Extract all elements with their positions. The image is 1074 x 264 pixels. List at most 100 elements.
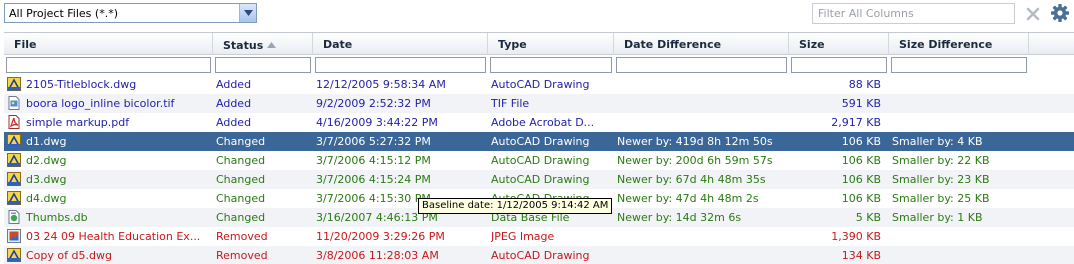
type-column-filter[interactable] xyxy=(490,57,612,73)
type-cell: TIF File xyxy=(491,97,530,110)
table-row[interactable]: 2105-Titleblock.dwg Added 12/12/2005 9:58:… xyxy=(4,75,1074,94)
file-name-cell: d1.dwg xyxy=(26,135,67,148)
column-header-size[interactable]: Size xyxy=(789,33,889,55)
status-cell: Changed xyxy=(216,192,266,205)
baseline-date-tooltip: Baseline date: 1/12/2005 9:14:42 AM xyxy=(418,198,613,214)
table-row[interactable]: 03 24 09 Health Education Ex... Removed 11… xyxy=(4,227,1074,246)
table-row[interactable]: d1.dwg Changed 3/7/2006 5:27:32 PM AutoCAD … xyxy=(4,132,1074,151)
file-name-cell: Copy of d5.dwg xyxy=(26,249,112,262)
date-difference-cell xyxy=(617,113,789,132)
file-filter-value: All Project Files (*.*) xyxy=(9,7,118,20)
column-header-type[interactable]: Type xyxy=(488,33,614,55)
column-label: Date Difference xyxy=(624,38,722,51)
date-cell: 3/7/2006 5:27:32 PM xyxy=(316,135,431,148)
status-cell: Added xyxy=(216,116,252,129)
chevron-down-icon[interactable] xyxy=(239,4,256,22)
table-row[interactable]: d3.dwg Changed 3/7/2006 4:15:24 PM AutoCAD … xyxy=(4,170,1074,189)
column-header-date-difference[interactable]: Date Difference xyxy=(614,33,789,55)
table-row[interactable]: Copy of d5.dwg Removed 3/8/2006 11:28:03 A… xyxy=(4,246,1074,264)
file-name-cell: Thumbs.db xyxy=(26,211,88,224)
size-cell: 2,917 KB xyxy=(831,116,881,129)
column-label: Size xyxy=(799,38,825,51)
file-name-cell: simple markup.pdf xyxy=(26,116,130,129)
gear-icon[interactable] xyxy=(1050,3,1070,23)
size-cell: 1,390 KB xyxy=(831,230,881,243)
column-filter-row xyxy=(4,56,1074,75)
clear-filter-icon[interactable] xyxy=(1024,5,1042,23)
dwg-file-icon xyxy=(6,76,22,92)
date-difference-cell: Newer by: 419d 8h 12m 50s xyxy=(617,135,773,148)
date-difference-cell xyxy=(617,75,789,94)
dwg-file-icon xyxy=(6,152,22,168)
size-cell: 134 KB xyxy=(841,249,881,262)
file-name-cell: d3.dwg xyxy=(26,173,67,186)
table-row[interactable]: boora logo_inline bicolor.tif Added 9/2/20… xyxy=(4,94,1074,113)
date-cell: 3/8/2006 11:28:03 AM xyxy=(316,249,439,262)
status-cell: Added xyxy=(216,97,252,110)
size-column-filter[interactable] xyxy=(791,57,887,73)
date-cell: 11/20/2009 3:29:26 PM xyxy=(316,230,445,243)
toolbar: All Project Files (*.*) xyxy=(0,0,1074,30)
date-cell: 12/12/2005 9:58:34 AM xyxy=(316,78,446,91)
type-cell: AutoCAD Drawing xyxy=(491,154,590,167)
file-column-filter[interactable] xyxy=(6,57,211,73)
date-difference-cell xyxy=(617,94,789,113)
date-difference-cell xyxy=(617,227,789,246)
file-name-cell: d2.dwg xyxy=(26,154,67,167)
column-label: Date xyxy=(323,38,353,51)
type-cell: AutoCAD Drawing xyxy=(491,173,590,186)
date-difference-cell: Newer by: 47d 4h 48m 2s xyxy=(617,192,759,205)
size-cell: 106 KB xyxy=(841,192,881,205)
column-label: Type xyxy=(498,38,527,51)
status-cell: Changed xyxy=(216,173,266,186)
file-name-cell: 03 24 09 Health Education Ex... xyxy=(26,230,201,243)
date-cell: 4/16/2009 3:44:22 PM xyxy=(316,116,438,129)
file-name-cell: 2105-Titleblock.dwg xyxy=(26,78,137,91)
dwg-file-icon xyxy=(6,133,22,149)
status-cell: Changed xyxy=(216,211,266,224)
pdf-file-icon xyxy=(6,114,22,130)
file-name-cell: boora logo_inline bicolor.tif xyxy=(26,97,175,110)
dwg-file-icon xyxy=(6,171,22,187)
status-cell: Changed xyxy=(216,154,266,167)
column-header-date[interactable]: Date xyxy=(313,33,488,55)
dwg-file-icon xyxy=(6,247,22,263)
date-difference-cell: Newer by: 14d 32m 6s xyxy=(617,211,742,224)
table-row[interactable]: simple markup.pdf Added 4/16/2009 3:44:22 … xyxy=(4,113,1074,132)
status-cell: Removed xyxy=(216,249,268,262)
dwg-file-icon xyxy=(6,190,22,206)
file-filter-dropdown[interactable]: All Project Files (*.*) xyxy=(4,3,257,23)
status-column-filter[interactable] xyxy=(215,57,311,73)
column-label: Size Difference xyxy=(899,38,993,51)
filter-all-columns-input[interactable] xyxy=(812,3,1015,24)
grid-header: File Status Date Type Date Difference Si… xyxy=(4,33,1074,55)
table-row[interactable]: d2.dwg Changed 3/7/2006 4:15:12 PM AutoCAD … xyxy=(4,151,1074,170)
column-header-status[interactable]: Status xyxy=(213,33,313,55)
tif-file-icon xyxy=(6,95,22,111)
size-difference-cell xyxy=(892,227,1032,246)
date-difference-column-filter[interactable] xyxy=(616,57,787,73)
size-cell: 591 KB xyxy=(841,97,881,110)
type-cell: AutoCAD Drawing xyxy=(491,78,590,91)
type-cell: Adobe Acrobat D... xyxy=(491,116,595,129)
size-difference-cell xyxy=(892,113,1032,132)
column-header-size-difference[interactable]: Size Difference xyxy=(889,33,1029,55)
date-cell: 9/2/2009 2:52:32 PM xyxy=(316,97,431,110)
date-column-filter[interactable] xyxy=(315,57,486,73)
date-cell: 3/7/2006 4:15:12 PM xyxy=(316,154,431,167)
size-cell: 106 KB xyxy=(841,154,881,167)
size-difference-cell: Smaller by: 23 KB xyxy=(892,173,990,186)
date-cell: 3/7/2006 4:15:24 PM xyxy=(316,173,431,186)
file-name-cell: d4.dwg xyxy=(26,192,67,205)
column-header-file[interactable]: File xyxy=(4,33,213,55)
size-cell: 88 KB xyxy=(848,78,881,91)
type-cell: JPEG Image xyxy=(491,230,555,243)
size-difference-cell xyxy=(892,75,1032,94)
size-cell: 106 KB xyxy=(841,173,881,186)
size-cell: 5 KB xyxy=(855,211,881,224)
size-difference-column-filter[interactable] xyxy=(891,57,1027,73)
db-file-icon xyxy=(6,209,22,225)
file-comparison-grid: File Status Date Type Date Difference Si… xyxy=(4,32,1074,264)
type-cell: AutoCAD Drawing xyxy=(491,249,590,262)
date-difference-cell: Newer by: 200d 6h 59m 57s xyxy=(617,154,773,167)
